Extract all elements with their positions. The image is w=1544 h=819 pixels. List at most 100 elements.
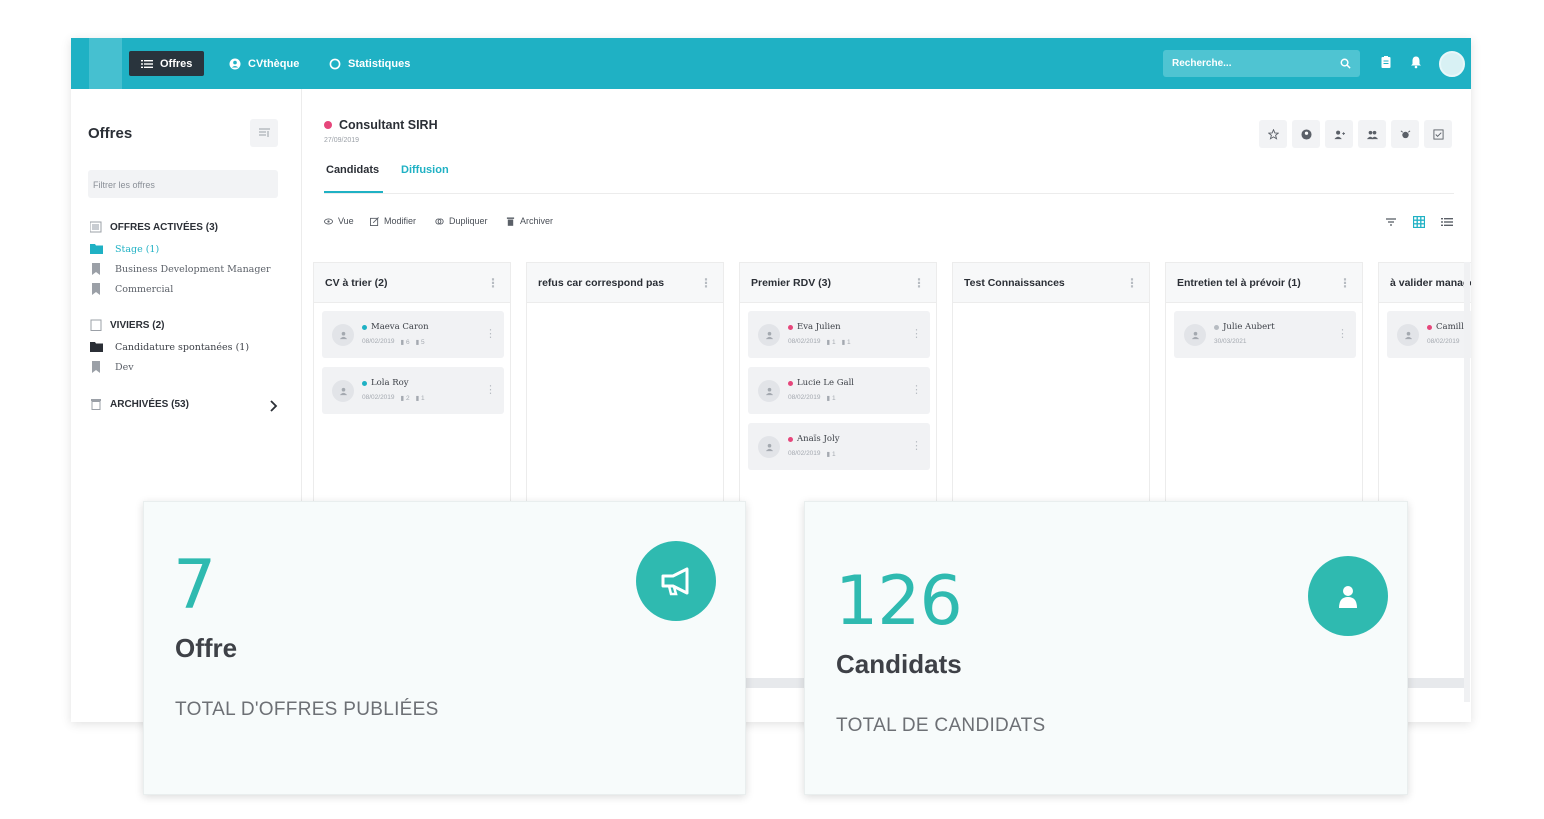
avatar (332, 324, 354, 346)
star-icon (1267, 128, 1279, 140)
card-menu-icon[interactable]: ⋮ (485, 383, 496, 396)
column-header: à valider manager (1379, 263, 1471, 303)
comments-count: ▮ 2 (400, 395, 410, 402)
sidebar-title: Offres (88, 125, 133, 142)
card-menu-icon[interactable]: ⋮ (911, 383, 922, 396)
column-title: refus car correspond pas (538, 276, 665, 289)
candidate-name-text: Anaïs Joly (797, 434, 840, 444)
candidate-card[interactable]: Maeva Caron 08/02/2019 ▮ 6 ▮ 5 ⋮ (322, 311, 504, 358)
candidate-card[interactable]: Lola Roy 08/02/2019 ▮ 2 ▮ 1 ⋮ (322, 367, 504, 414)
candidate-card[interactable]: Julie Aubert 30/03/2021 ⋮ (1174, 311, 1356, 358)
logo[interactable] (89, 38, 122, 89)
candidate-card[interactable]: Eva Julien 08/02/2019 ▮ 1 ▮ 1 ⋮ (748, 311, 930, 358)
action-dupliquer[interactable]: Dupliquer (435, 216, 488, 226)
user-avatar[interactable] (1439, 51, 1465, 77)
stat-card-offres: 7 Offre TOTAL D'OFFRES PUBLIÉES (143, 501, 746, 795)
action-vue[interactable]: Vue (324, 216, 354, 226)
search-input[interactable]: Recherche... (1163, 50, 1360, 77)
search-icon[interactable] (1340, 58, 1351, 69)
section-viviers[interactable]: VIVIERS (2) (90, 319, 164, 331)
card-menu-icon[interactable]: ⋮ (485, 327, 496, 340)
column-menu-icon[interactable]: ⋮ (1339, 276, 1351, 290)
team-button[interactable] (1358, 120, 1386, 148)
users-icon (1366, 130, 1378, 139)
search-placeholder: Recherche... (1172, 58, 1232, 69)
stat-subtitle: TOTAL D'OFFRES PUBLIÉES (175, 699, 439, 720)
card-menu-icon[interactable]: ⋮ (911, 439, 922, 452)
stat-icon-badge (636, 541, 716, 621)
candidate-meta: 08/02/2019 ▮ 6 ▮ 5 (362, 338, 425, 346)
candidate-date: 08/02/2019 (362, 394, 395, 401)
candidate-date: 08/02/2019 (788, 450, 821, 457)
grid-view-icon[interactable] (1413, 216, 1425, 228)
card-menu-icon[interactable]: ⋮ (911, 327, 922, 340)
tab-candidats[interactable]: Candidats (326, 164, 379, 176)
column-menu-icon[interactable]: ⋮ (1126, 276, 1138, 290)
clipboard-icon[interactable] (1379, 55, 1393, 69)
person-icon (339, 387, 347, 395)
eye-icon (324, 218, 333, 224)
top-navigation-bar: Offres CVthèque Statistiques Recherche..… (71, 38, 1471, 89)
sidebar-item-business-development-manager[interactable]: Business Development Manager (90, 263, 271, 275)
candidate-name-text: Maeva Caron (371, 322, 429, 332)
nav-cvtheque-label: CVthèque (248, 57, 300, 70)
candidate-name: Lucie Le Gall (788, 378, 854, 388)
column-menu-icon[interactable]: ⋮ (487, 276, 499, 290)
column-title: Premier RDV (3) (751, 276, 831, 289)
section-archivees-label: ARCHIVÉES (53) (110, 398, 189, 410)
vertical-scrollbar[interactable] (1464, 262, 1470, 702)
add-user-button[interactable] (1325, 120, 1353, 148)
favorite-button[interactable] (1259, 120, 1287, 148)
bookmark-icon (92, 361, 100, 373)
avatar (758, 324, 780, 346)
collapse-sidebar-button[interactable] (250, 119, 278, 147)
checklist-button[interactable] (1424, 120, 1452, 148)
column-title: Entretien tel à prévoir (1) (1177, 276, 1301, 289)
profile-button[interactable] (1292, 120, 1320, 148)
candidate-card[interactable]: Anaïs Joly 08/02/2019 ▮ 1 ⋮ (748, 423, 930, 470)
sidebar-item-label: Stage (1) (115, 243, 160, 255)
column-menu-icon[interactable]: ⋮ (913, 276, 925, 290)
candidate-card[interactable]: Lucie Le Gall 08/02/2019 ▮ 1 ⋮ (748, 367, 930, 414)
section-offres-activees-label: OFFRES ACTIVÉES (3) (110, 221, 218, 233)
sidebar-item-commercial[interactable]: Commercial (90, 283, 173, 295)
chevron-right-icon[interactable] (268, 400, 278, 412)
nav-offres-button[interactable]: Offres (129, 51, 205, 76)
docs-count: ▮ 5 (415, 339, 425, 346)
bookmark-icon (92, 263, 100, 275)
action-modifier[interactable]: Modifier (370, 216, 416, 226)
card-menu-icon[interactable]: ⋮ (1337, 327, 1348, 340)
sidebar-item-dev[interactable]: Dev (90, 361, 134, 373)
status-dot (788, 324, 793, 330)
nav-statistiques-label: Statistiques (348, 57, 411, 70)
action-modifier-label: Modifier (384, 216, 417, 226)
sidebar-item-stage[interactable]: Stage (1) (90, 243, 159, 255)
action-dupliquer-label: Dupliquer (449, 216, 488, 226)
section-archivees[interactable]: ARCHIVÉES (53) (90, 398, 189, 410)
tab-diffusion[interactable]: Diffusion (401, 164, 449, 176)
candidate-card[interactable]: Camille 08/02/2019 (1387, 311, 1471, 358)
candidate-meta: 08/02/2019 (1427, 338, 1460, 345)
docs-count: ▮ 1 (841, 339, 851, 346)
alert-button[interactable] (1391, 120, 1419, 148)
action-archiver[interactable]: Archiver (506, 216, 553, 226)
nav-cvtheque-button[interactable]: CVthèque (217, 51, 311, 76)
section-offres-activees[interactable]: OFFRES ACTIVÉES (3) (90, 221, 218, 233)
column-title: Test Connaissances (964, 276, 1065, 289)
candidate-meta: 08/02/2019 ▮ 1 ▮ 1 (788, 338, 851, 346)
edit-icon (370, 216, 379, 226)
candidate-name: Eva Julien (788, 322, 841, 332)
filter-offres-input[interactable]: Filtrer les offres (88, 170, 278, 198)
list-view-icon[interactable] (1441, 216, 1453, 228)
bookmark-icon (92, 283, 100, 295)
column-menu-icon[interactable]: ⋮ (700, 276, 712, 290)
sidebar-item-candidature-spontanees[interactable]: Candidature spontanées (1) (90, 341, 249, 353)
candidate-meta: 30/03/2021 (1214, 338, 1247, 345)
filter-icon[interactable] (1385, 216, 1397, 228)
bell-icon[interactable] (1409, 55, 1423, 69)
folder-icon (90, 342, 103, 352)
column-refus: refus car correspond pas ⋮ (526, 262, 724, 502)
candidate-date: 08/02/2019 (1427, 338, 1460, 345)
candidate-name-text: Lola Roy (371, 378, 409, 388)
nav-statistiques-button[interactable]: Statistiques (317, 51, 422, 76)
